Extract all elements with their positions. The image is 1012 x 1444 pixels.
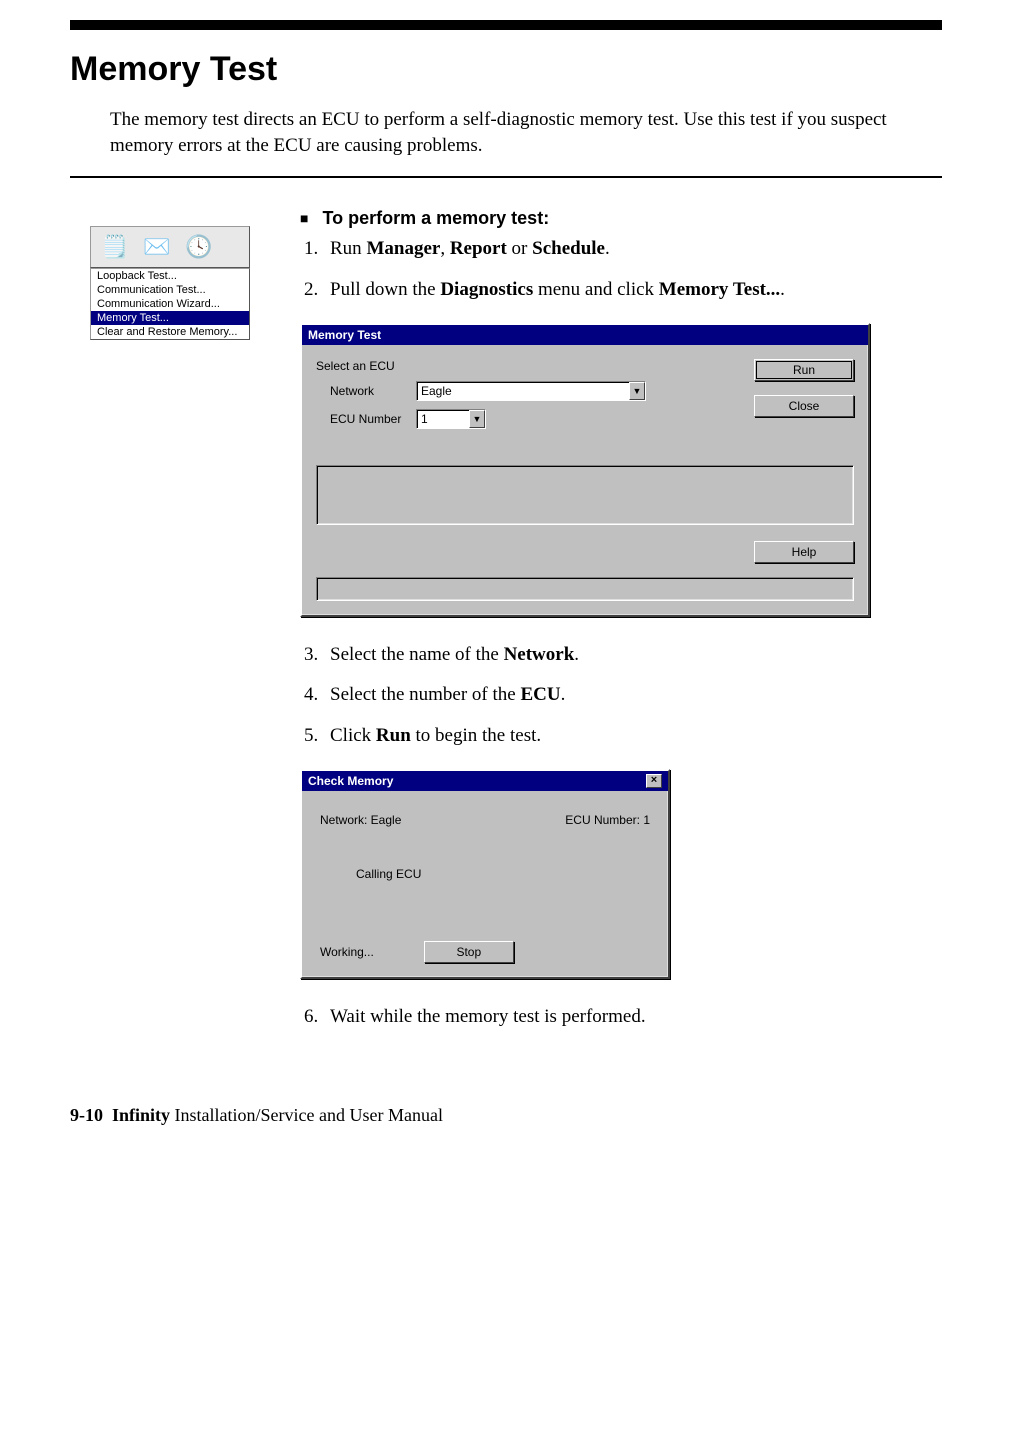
check-memory-dialog: Check Memory × Network: Eagle ECU Number… (300, 769, 670, 979)
menu-item[interactable]: Memory Test... (91, 311, 249, 325)
page-footer: 9-10 Infinity Installation/Service and U… (70, 1105, 942, 1126)
close-button[interactable]: Close (754, 395, 854, 417)
group-label: Select an ECU (316, 359, 716, 373)
step-1: 1. Run Manager, Report or Schedule. (300, 237, 910, 262)
network-combo-value: Eagle (421, 384, 452, 398)
output-panel (316, 465, 854, 525)
dialog-title: Check Memory (308, 774, 393, 788)
task-heading: To perform a memory test: (300, 208, 910, 229)
dialog-titlebar: Check Memory × (302, 771, 668, 791)
diagnostics-menu: Loopback Test...Communication Test...Com… (90, 268, 250, 340)
network-label: Network (316, 384, 416, 398)
network-info: Network: Eagle (320, 813, 401, 827)
chevron-down-icon[interactable]: ▼ (629, 382, 645, 400)
step-4: 4. Select the number of the ECU. (300, 683, 910, 708)
ecu-number-combo-value: 1 (421, 412, 428, 426)
chevron-down-icon[interactable]: ▼ (469, 410, 485, 428)
page-title: Memory Test (70, 50, 942, 89)
ecu-info: ECU Number: 1 (565, 813, 650, 827)
dialog-titlebar: Memory Test (302, 325, 868, 345)
step-2: 2. Pull down the Diagnostics menu and cl… (300, 278, 910, 303)
stop-button[interactable]: Stop (424, 941, 514, 963)
run-button[interactable]: Run (754, 359, 854, 381)
clock-icon: 🕓 (183, 231, 215, 263)
header-rule (70, 20, 942, 30)
menu-item[interactable]: Loopback Test... (91, 269, 249, 283)
ecu-number-label: ECU Number (316, 412, 416, 426)
step-6: 6. Wait while the memory test is perform… (300, 1005, 910, 1030)
step-3: 3. Select the name of the Network. (300, 643, 910, 668)
network-combo[interactable]: Eagle ▼ (416, 381, 646, 401)
working-status: Working... (320, 945, 374, 959)
ecu-number-combo[interactable]: 1 ▼ (416, 409, 486, 429)
memory-test-dialog: Memory Test Select an ECU Network Eagle … (300, 323, 870, 617)
menu-item[interactable]: Communication Test... (91, 283, 249, 297)
status-message: Calling ECU (316, 867, 654, 881)
step-5: 5. Click Run to begin the test. (300, 724, 910, 749)
help-button[interactable]: Help (754, 541, 854, 563)
mini-toolbar: 🗒️ ✉️ 🕓 (90, 226, 250, 268)
dialog-title: Memory Test (308, 328, 381, 342)
envelope-icon: ✉️ (141, 231, 173, 263)
status-bar (316, 577, 854, 601)
menu-item[interactable]: Clear and Restore Memory... (91, 325, 249, 339)
close-icon[interactable]: × (646, 774, 662, 788)
section-rule (70, 176, 942, 178)
note-icon: 🗒️ (99, 231, 131, 263)
menu-item[interactable]: Communication Wizard... (91, 297, 249, 311)
intro-paragraph: The memory test directs an ECU to perfor… (110, 107, 942, 158)
